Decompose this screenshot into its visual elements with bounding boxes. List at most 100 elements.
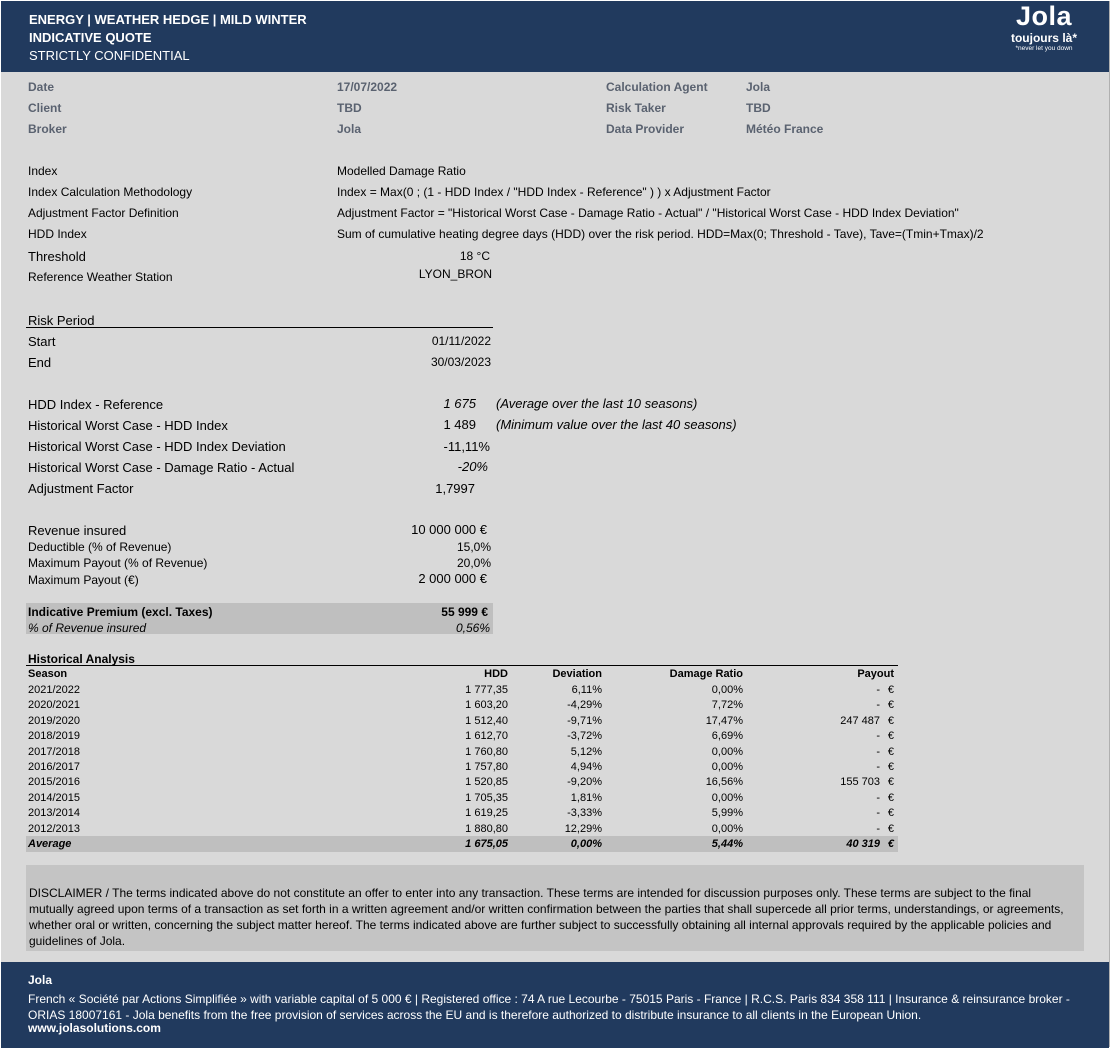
footer-legal: French « Société par Actions Simplifiée … — [28, 992, 1070, 1022]
damage-ratio-cell: 0,00% — [711, 761, 743, 773]
client-value: TBD — [337, 101, 362, 115]
damage-ratio-cell: 17,47% — [705, 715, 743, 727]
payout-cell: - — [876, 746, 880, 758]
date-value: 17/07/2022 — [337, 80, 398, 94]
footer-website-link[interactable]: www.jolasolutions.com — [28, 1021, 161, 1035]
currency-cell: € — [887, 684, 894, 696]
station-value: LYON_BRON — [418, 267, 492, 281]
hdd-index-label: HDD Index — [28, 227, 87, 241]
historical-title: Historical Analysis — [28, 652, 135, 666]
threshold-value: 18 °C — [459, 249, 490, 263]
currency-cell: € — [887, 746, 894, 758]
season-cell: 2014/2015 — [28, 792, 80, 804]
damage-ratio-cell: 0,00% — [711, 792, 743, 804]
adjustment-definition-value: Adjustment Factor = "Historical Worst Ca… — [337, 206, 959, 220]
season-cell: 2021/2022 — [28, 684, 80, 696]
worst-damage-value: -20% — [457, 459, 488, 474]
deviation-cell: 5,12% — [570, 746, 602, 758]
threshold-label: Threshold — [28, 249, 86, 264]
hdd-cell: 1 757,80 — [465, 761, 508, 773]
worst-hdd-note: (Minimum value over the last 40 seasons) — [496, 417, 737, 432]
deviation-cell: -4,29% — [567, 699, 602, 711]
data-provider-label: Data Provider — [606, 122, 685, 136]
table-row: 2017/2018 1 760,80 5,12% 0,00% - € — [28, 746, 898, 761]
table-row: 2019/2020 1 512,40 -9,71% 17,47% 247 487… — [28, 715, 898, 730]
season-cell: 2012/2013 — [28, 823, 80, 835]
season-cell: 2020/2021 — [28, 699, 80, 711]
broker-value: Jola — [337, 122, 362, 136]
damage-ratio-cell: 16,56% — [705, 776, 743, 788]
payout-cell: - — [876, 823, 880, 835]
payout-cell: - — [876, 807, 880, 819]
max-payout-pct-value: 20,0% — [456, 556, 491, 570]
table-row: 2015/2016 1 520,85 -9,20% 16,56% 155 703… — [28, 776, 898, 791]
worst-hdd-value: 1 489 — [443, 417, 476, 432]
revenue-label: Revenue insured — [28, 523, 127, 538]
currency-cell: € — [887, 776, 894, 788]
damage-ratio-cell: 0,00% — [711, 684, 743, 696]
currency-cell: € — [887, 730, 894, 742]
data-provider-value: Météo France — [746, 122, 824, 136]
disclaimer-box: DISCLAIMER / The terms indicated above d… — [26, 865, 1084, 951]
footer-company: Jola — [28, 973, 53, 987]
risk-period-divider — [26, 327, 493, 328]
index-value: Modelled Damage Ratio — [337, 164, 466, 178]
season-cell: 2016/2017 — [28, 761, 80, 773]
logo-tagline: toujours là* — [1010, 31, 1077, 45]
hdd-cell: 1 512,40 — [465, 715, 508, 727]
deviation-cell: 12,29% — [564, 823, 602, 835]
table-row: 2018/2019 1 612,70 -3,72% 6,69% - € — [28, 730, 898, 745]
currency-cell: € — [887, 807, 894, 819]
hdd-reference-label: HDD Index - Reference — [28, 397, 164, 412]
damage-ratio-cell: 6,69% — [711, 730, 743, 742]
historical-header-row: Season HDD Deviation Damage Ratio Payout — [28, 668, 898, 683]
payout-cell: - — [876, 699, 880, 711]
hdd-reference-value: 1 675 — [443, 396, 476, 411]
calc-agent-label: Calculation Agent — [606, 80, 708, 94]
hdd-cell: 1 705,35 — [465, 792, 508, 804]
damage-ratio-cell: 0,00% — [711, 823, 743, 835]
payout-cell: - — [876, 684, 880, 696]
table-row: 2020/2021 1 603,20 -4,29% 7,72% - € — [28, 699, 898, 714]
max-payout-eur-value: 2 000 000 € — [418, 571, 487, 586]
historical-divider — [26, 665, 898, 666]
worst-deviation-value: -11,11% — [443, 439, 491, 454]
hdd-cell: 1 520,85 — [465, 776, 508, 788]
payout-cell: - — [876, 792, 880, 804]
table-row: 2021/2022 1 777,35 6,11% 0,00% - € — [28, 684, 898, 699]
season-cell: 2015/2016 — [28, 776, 80, 788]
risk-taker-value: TBD — [746, 101, 771, 115]
adjustment-factor-label: Adjustment Factor — [28, 481, 134, 496]
damage-ratio-cell: 7,72% — [711, 699, 743, 711]
currency-cell: € — [887, 761, 894, 773]
calc-agent-value: Jola — [746, 80, 771, 94]
header-season: Season — [28, 668, 68, 680]
premium-label: Indicative Premium (excl. Taxes) — [28, 605, 213, 619]
header-damage-ratio: Damage Ratio — [669, 668, 743, 680]
hdd-cell: 1 619,25 — [465, 807, 508, 819]
index-label: Index — [28, 164, 58, 178]
premium-pct-value: 0,56% — [455, 621, 490, 635]
premium-value: 55 999 € — [441, 605, 488, 619]
methodology-label: Index Calculation Methodology — [28, 185, 193, 199]
currency-cell: € — [887, 823, 894, 835]
adjustment-factor-value: 1,7997 — [435, 481, 475, 496]
average-deviation: 0,00% — [570, 838, 602, 850]
methodology-value: Index = Max(0 ; (1 - HDD Index / "HDD In… — [337, 185, 771, 199]
max-payout-eur-label: Maximum Payout (€) — [28, 573, 139, 587]
worst-deviation-label: Historical Worst Case - HDD Index Deviat… — [28, 439, 286, 454]
payout-cell: 155 703 — [840, 776, 880, 788]
broker-label: Broker — [28, 122, 67, 136]
deviation-cell: 1,81% — [570, 792, 602, 804]
header-title: ENERGY | WEATHER HEDGE | MILD WINTER — [29, 12, 307, 27]
season-cell: 2013/2014 — [28, 807, 80, 819]
payout-cell: 247 487 — [840, 715, 880, 727]
payout-cell: - — [876, 730, 880, 742]
disclaimer-text: DISCLAIMER / The terms indicated above d… — [29, 886, 1064, 948]
currency-cell: € — [887, 699, 894, 711]
hdd-cell: 1 612,70 — [465, 730, 508, 742]
damage-ratio-cell: 5,99% — [711, 807, 743, 819]
average-hdd: 1 675,05 — [465, 838, 508, 850]
footer-bar: Jola French « Société par Actions Simpli… — [1, 962, 1109, 1048]
worst-damage-label: Historical Worst Case - Damage Ratio - A… — [28, 460, 295, 475]
